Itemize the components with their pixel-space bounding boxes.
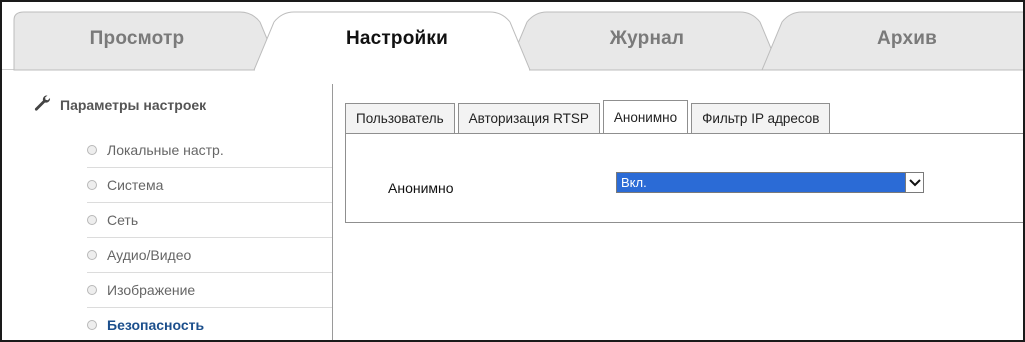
- app-frame: Просмотр Настройки Журнал Архив Параметр…: [0, 0, 1025, 342]
- subtab-ip-filter[interactable]: Фильтр IP адресов: [691, 103, 831, 133]
- sidebar-list: Локальные настр. Система Сеть Аудио/Виде…: [87, 133, 332, 340]
- bullet-icon: [87, 250, 97, 260]
- subtab-anonymous[interactable]: Анонимно: [602, 100, 689, 134]
- sidebar-item-image[interactable]: Изображение: [87, 273, 332, 308]
- sidebar-header-label: Параметры настроек: [60, 97, 207, 113]
- sidebar-item-label: Безопасность: [107, 317, 205, 333]
- sidebar-item-system[interactable]: Система: [87, 168, 332, 203]
- anonymous-select-value: Вкл.: [621, 175, 647, 190]
- sidebar-item-network[interactable]: Сеть: [87, 203, 332, 238]
- bullet-icon: [87, 320, 97, 330]
- sidebar-item-audio-video[interactable]: Аудио/Видео: [87, 238, 332, 273]
- anonymous-field-label: Анонимно: [388, 180, 454, 196]
- bullet-icon: [87, 285, 97, 295]
- wrench-icon: [32, 93, 52, 118]
- sidebar-header[interactable]: Параметры настроек: [32, 93, 207, 118]
- sidebar-item-label: Локальные настр.: [107, 142, 224, 158]
- subtab-rtsp-auth[interactable]: Авторизация RTSP: [457, 103, 600, 133]
- main-content: Пользователь Авторизация RTSP Анонимно Ф…: [332, 84, 1023, 340]
- sidebar-item-label: Аудио/Видео: [107, 247, 192, 263]
- tab-archive[interactable]: Архив: [822, 28, 992, 50]
- tab-settings[interactable]: Настройки: [312, 28, 482, 50]
- anonymous-select[interactable]: Вкл.: [616, 172, 924, 193]
- bullet-icon: [87, 215, 97, 225]
- sidebar-item-security[interactable]: Безопасность: [87, 308, 332, 340]
- top-navigation: Просмотр Настройки Журнал Архив: [2, 2, 1023, 71]
- sidebar-item-label: Изображение: [107, 282, 196, 298]
- sidebar-item-label: Система: [107, 177, 164, 193]
- sub-tabs: Пользователь Авторизация RTSP Анонимно Ф…: [345, 99, 833, 134]
- bullet-icon: [87, 145, 97, 155]
- subtab-user[interactable]: Пользователь: [345, 103, 455, 133]
- subtab-panel: Анонимно Вкл.: [345, 133, 1023, 223]
- bullet-icon: [87, 180, 97, 190]
- sidebar-item-label: Сеть: [107, 212, 139, 228]
- tab-view[interactable]: Просмотр: [62, 28, 212, 50]
- tab-journal[interactable]: Журнал: [562, 28, 732, 50]
- sidebar: Параметры настроек Локальные настр. Сист…: [2, 71, 332, 340]
- chevron-down-icon[interactable]: [905, 173, 923, 192]
- sidebar-item-local-settings[interactable]: Локальные настр.: [87, 133, 332, 168]
